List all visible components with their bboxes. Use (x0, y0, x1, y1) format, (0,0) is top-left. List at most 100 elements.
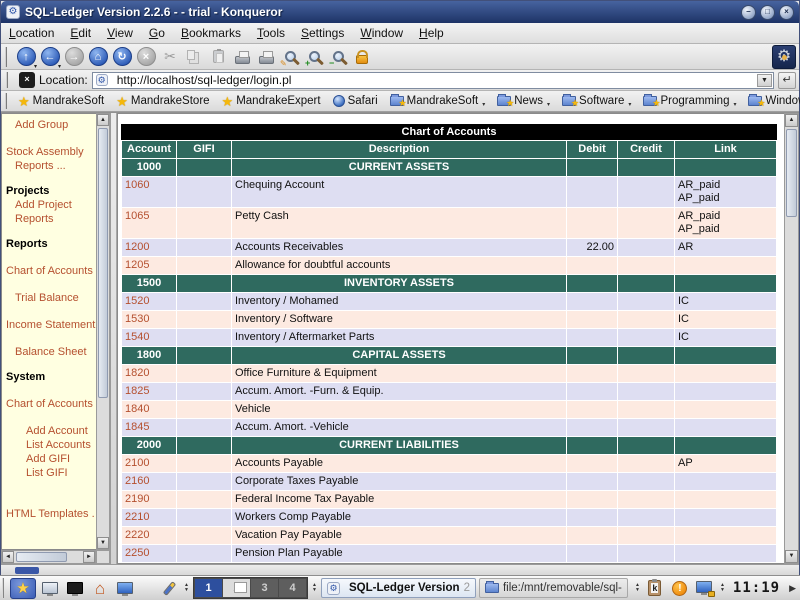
screen-lock-icon[interactable] (694, 578, 716, 599)
account-number-link[interactable]: 1530 (122, 311, 176, 328)
account-number-link[interactable]: 1840 (122, 401, 176, 418)
find-icon[interactable]: ✎ (278, 45, 302, 69)
account-number-link[interactable]: 1825 (122, 383, 176, 400)
bookmark-window-manager[interactable]: ★Window Manager▾ (743, 92, 800, 110)
sidebar-item-reports-2[interactable]: Reports ... (2, 159, 96, 173)
home-icon[interactable]: ⌂ (89, 578, 111, 599)
desktop-2-button[interactable]: 2 (223, 579, 250, 597)
location-dropdown-icon[interactable]: ▼ (757, 74, 772, 87)
page-vertical-scrollbar[interactable]: ▲ ▼ (784, 113, 799, 564)
sidebar-item-chart-of-accounts-12[interactable]: Chart of Accounts (2, 397, 96, 411)
menu-bookmarks[interactable]: Bookmarks (181, 26, 241, 40)
sidebar-item-list-accounts-14[interactable]: List Accounts (2, 438, 96, 452)
sidebar-item-balance-sheet-10[interactable]: Balance Sheet (2, 345, 96, 359)
minimize-button[interactable]: – (741, 5, 756, 20)
menu-go[interactable]: Go (149, 26, 165, 40)
print-icon[interactable] (230, 45, 254, 69)
account-number-link[interactable]: 2250 (122, 545, 176, 562)
menu-settings[interactable]: Settings (301, 26, 344, 40)
column-header-debit[interactable]: Debit (567, 141, 617, 158)
desktop-1-button[interactable]: 1 (195, 579, 222, 597)
bookmark-programming[interactable]: ★Programming▾ (638, 92, 741, 110)
menu-button[interactable]: ★ (10, 578, 36, 599)
panel-handle[interactable] (2, 578, 7, 598)
column-header-description[interactable]: Description (232, 141, 566, 158)
account-number-link[interactable]: 2190 (122, 491, 176, 508)
clear-location-icon[interactable]: × (19, 72, 35, 88)
column-header-gifi[interactable]: GIFI (177, 141, 231, 158)
print-frame-icon[interactable] (254, 45, 278, 69)
close-button[interactable]: × (779, 5, 794, 20)
sidebar-item-html-templates-17[interactable]: HTML Templates . (2, 507, 96, 521)
scroll-down-icon[interactable]: ▼ (785, 550, 798, 563)
desktop-4-button[interactable]: 4 (279, 579, 306, 597)
sidebar-item-list-gifi-16[interactable]: List GIFI (2, 466, 96, 480)
show-desktop-icon[interactable] (39, 578, 61, 599)
account-number-link[interactable]: 1820 (122, 365, 176, 382)
sidebar-item-reports-5[interactable]: Reports (2, 212, 96, 226)
locationbar-grip[interactable] (6, 72, 11, 88)
sidebar-item-chart-of-accounts-7[interactable]: Chart of Accounts (2, 264, 96, 278)
menu-location[interactable]: Location (9, 26, 54, 40)
page-scroll-thumb[interactable] (786, 129, 797, 217)
account-number-link[interactable]: 1060 (122, 177, 176, 207)
paint-app-icon[interactable] (158, 578, 180, 599)
klipper-icon[interactable]: k (644, 578, 666, 599)
go-button[interactable]: ↵ (778, 72, 796, 89)
sidebar-item-trial-balance-8[interactable]: Trial Balance (2, 291, 96, 305)
menu-edit[interactable]: Edit (70, 26, 91, 40)
bookmarkbar-grip[interactable] (5, 93, 7, 109)
toolbar-grip[interactable] (5, 47, 10, 67)
desktop-settings-icon[interactable] (114, 578, 136, 599)
menu-tools[interactable]: Tools (257, 26, 285, 40)
sidebar-horizontal-scrollbar[interactable]: ◄ ► (1, 550, 96, 564)
sidebar-hscroll-thumb[interactable] (16, 552, 67, 562)
zoom-out-icon[interactable]: − (326, 45, 350, 69)
scroll-left-icon[interactable]: ◄ (2, 551, 14, 563)
bookmark-mandrakesoft[interactable]: ★MandrakeSoft▾ (385, 92, 491, 110)
column-header-account[interactable]: Account (122, 141, 176, 158)
bookmark-mandrakestore[interactable]: ★MandrakeStore (111, 92, 214, 110)
bookmark-mandrakeexpert[interactable]: ★MandrakeExpert (217, 92, 326, 110)
account-number-link[interactable]: 2220 (122, 527, 176, 544)
column-header-link[interactable]: Link (675, 141, 776, 158)
scroll-down-icon[interactable]: ▼ (97, 537, 109, 549)
terminal-icon[interactable] (64, 578, 86, 599)
applet-handle-icon[interactable]: ▲▼ (719, 583, 726, 593)
applet-handle-icon[interactable]: ▲▼ (183, 583, 190, 593)
taskbar-button-sql-ledger-version[interactable]: ⚙SQL-Ledger Version2 (321, 578, 476, 598)
sidebar-vertical-scrollbar[interactable]: ▲ ▼ (96, 113, 110, 550)
sidebar-item-add-group-0[interactable]: Add Group (2, 118, 96, 132)
back-icon[interactable]: ←▾ (38, 45, 62, 69)
account-number-link[interactable]: 2210 (122, 509, 176, 526)
desktop-3-button[interactable]: 3 (251, 579, 278, 597)
menu-window[interactable]: Window (360, 26, 403, 40)
update-alert-icon[interactable]: ! (669, 578, 691, 599)
taskbar-button-file-mnt-removable-sql[interactable]: file:/mnt/removable/sql- (479, 578, 628, 598)
title-bar[interactable]: ⚙ SQL-Ledger Version 2.2.6 - - trial - K… (1, 1, 799, 23)
bookmark-safari[interactable]: Safari (328, 92, 383, 110)
up-icon[interactable]: ↑▾ (14, 45, 38, 69)
menu-help[interactable]: Help (419, 26, 444, 40)
column-header-credit[interactable]: Credit (618, 141, 674, 158)
maximize-button[interactable]: □ (760, 5, 775, 20)
sidebar-item-income-statement-9[interactable]: Income Statement (2, 318, 96, 332)
account-number-link[interactable]: 2160 (122, 473, 176, 490)
account-number-link[interactable]: 1540 (122, 329, 176, 346)
account-number-link[interactable]: 2100 (122, 455, 176, 472)
location-field[interactable]: ⚙ http://localhost/sql-ledger/login.pl ▼ (92, 72, 774, 89)
scroll-right-icon[interactable]: ► (83, 551, 95, 563)
sidebar-item-add-gifi-15[interactable]: Add GIFI (2, 452, 96, 466)
menu-view[interactable]: View (107, 26, 133, 40)
sidebar-item-add-project-4[interactable]: Add Project (2, 198, 96, 212)
bookmark-software[interactable]: ★Software▾ (557, 92, 636, 110)
security-icon[interactable] (350, 45, 374, 69)
applet-handle-icon[interactable]: ▲▼ (311, 583, 318, 593)
applet-handle-icon[interactable]: ▲▼ (634, 583, 641, 593)
account-number-link[interactable]: 1065 (122, 208, 176, 238)
bookmark-news[interactable]: ★News▾ (492, 92, 555, 110)
account-number-link[interactable]: 1520 (122, 293, 176, 310)
scroll-up-icon[interactable]: ▲ (785, 114, 798, 127)
sidebar-item-stock-assembly-1[interactable]: Stock Assembly (2, 145, 96, 159)
sidebar-item-add-account-13[interactable]: Add Account (2, 424, 96, 438)
